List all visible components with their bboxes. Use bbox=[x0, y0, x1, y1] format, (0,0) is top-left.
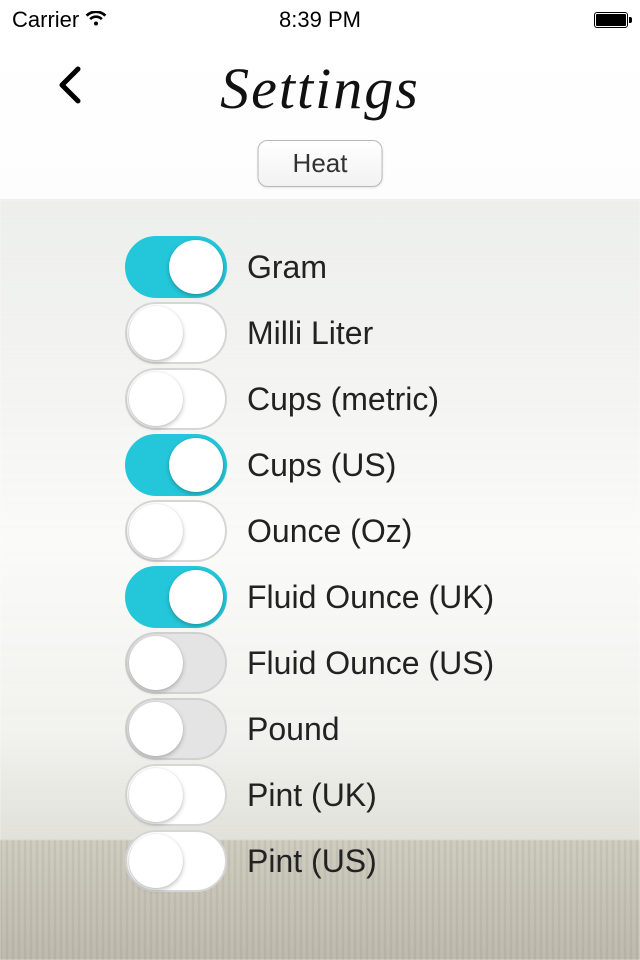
unit-row: Cups (metric) bbox=[0, 366, 640, 432]
unit-label: Milli Liter bbox=[247, 315, 373, 352]
toggle-knob bbox=[129, 636, 183, 690]
segmented-control: Heat bbox=[258, 140, 383, 187]
unit-toggle[interactable] bbox=[125, 302, 227, 364]
wifi-icon bbox=[85, 7, 107, 33]
toggle-knob bbox=[129, 768, 183, 822]
toggle-knob bbox=[129, 306, 183, 360]
unit-row: Gram bbox=[0, 234, 640, 300]
unit-label: Pint (UK) bbox=[247, 777, 377, 814]
unit-row: Milli Liter bbox=[0, 300, 640, 366]
unit-label: Cups (metric) bbox=[247, 381, 439, 418]
toggle-knob bbox=[129, 702, 183, 756]
unit-label: Ounce (Oz) bbox=[247, 513, 412, 550]
unit-label: Fluid Ounce (US) bbox=[247, 645, 494, 682]
carrier-label: Carrier bbox=[12, 7, 79, 33]
unit-row: Fluid Ounce (US) bbox=[0, 630, 640, 696]
toggle-knob bbox=[129, 834, 183, 888]
unit-toggle[interactable] bbox=[125, 368, 227, 430]
page-title: Settings bbox=[220, 55, 420, 122]
unit-label: Cups (US) bbox=[247, 447, 396, 484]
toggle-knob bbox=[129, 504, 183, 558]
unit-row: Ounce (Oz) bbox=[0, 498, 640, 564]
unit-label: Pint (US) bbox=[247, 843, 377, 880]
unit-row: Pound bbox=[0, 696, 640, 762]
unit-list: Gram Milli Liter Cups (metric) Cups (US) Oun… bbox=[0, 200, 640, 894]
unit-label: Fluid Ounce (UK) bbox=[247, 579, 494, 616]
status-bar: Carrier 8:39 PM bbox=[0, 0, 640, 40]
unit-toggle[interactable] bbox=[125, 698, 227, 760]
header: Settings Heat bbox=[0, 40, 640, 200]
toggle-knob bbox=[169, 240, 223, 294]
battery-icon bbox=[594, 12, 628, 28]
unit-row: Pint (UK) bbox=[0, 762, 640, 828]
unit-toggle[interactable] bbox=[125, 434, 227, 496]
unit-toggle[interactable] bbox=[125, 236, 227, 298]
unit-row: Pint (US) bbox=[0, 828, 640, 894]
unit-row: Fluid Ounce (UK) bbox=[0, 564, 640, 630]
unit-toggle[interactable] bbox=[125, 764, 227, 826]
unit-label: Gram bbox=[247, 249, 327, 286]
unit-toggle[interactable] bbox=[125, 632, 227, 694]
unit-row: Cups (US) bbox=[0, 432, 640, 498]
unit-toggle[interactable] bbox=[125, 566, 227, 628]
segment-heat[interactable]: Heat bbox=[258, 140, 383, 187]
unit-toggle[interactable] bbox=[125, 830, 227, 892]
chevron-left-icon bbox=[56, 65, 84, 105]
content-area: Gram Milli Liter Cups (metric) Cups (US) Oun… bbox=[0, 200, 640, 960]
clock-label: 8:39 PM bbox=[279, 7, 361, 33]
unit-toggle[interactable] bbox=[125, 500, 227, 562]
toggle-knob bbox=[169, 438, 223, 492]
toggle-knob bbox=[129, 372, 183, 426]
toggle-knob bbox=[169, 570, 223, 624]
unit-label: Pound bbox=[247, 711, 340, 748]
back-button[interactable] bbox=[45, 60, 95, 110]
